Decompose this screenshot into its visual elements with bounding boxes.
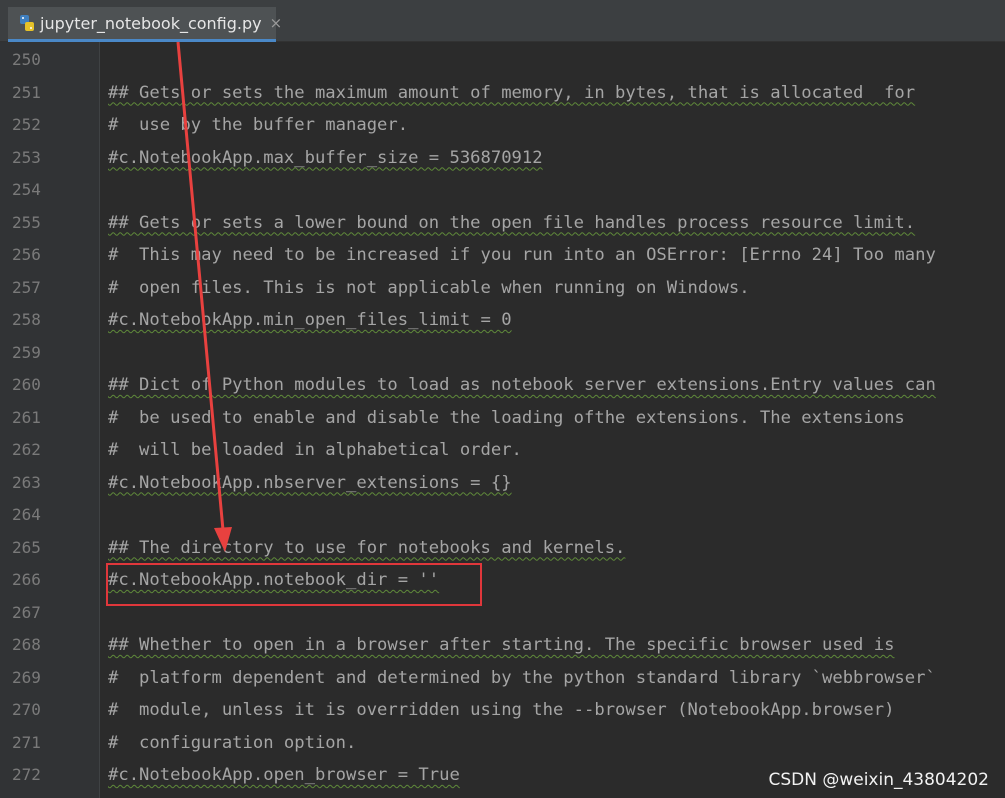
annotation-arrow bbox=[176, 41, 232, 552]
watermark: CSDN @weixin_43804202 bbox=[768, 770, 989, 790]
